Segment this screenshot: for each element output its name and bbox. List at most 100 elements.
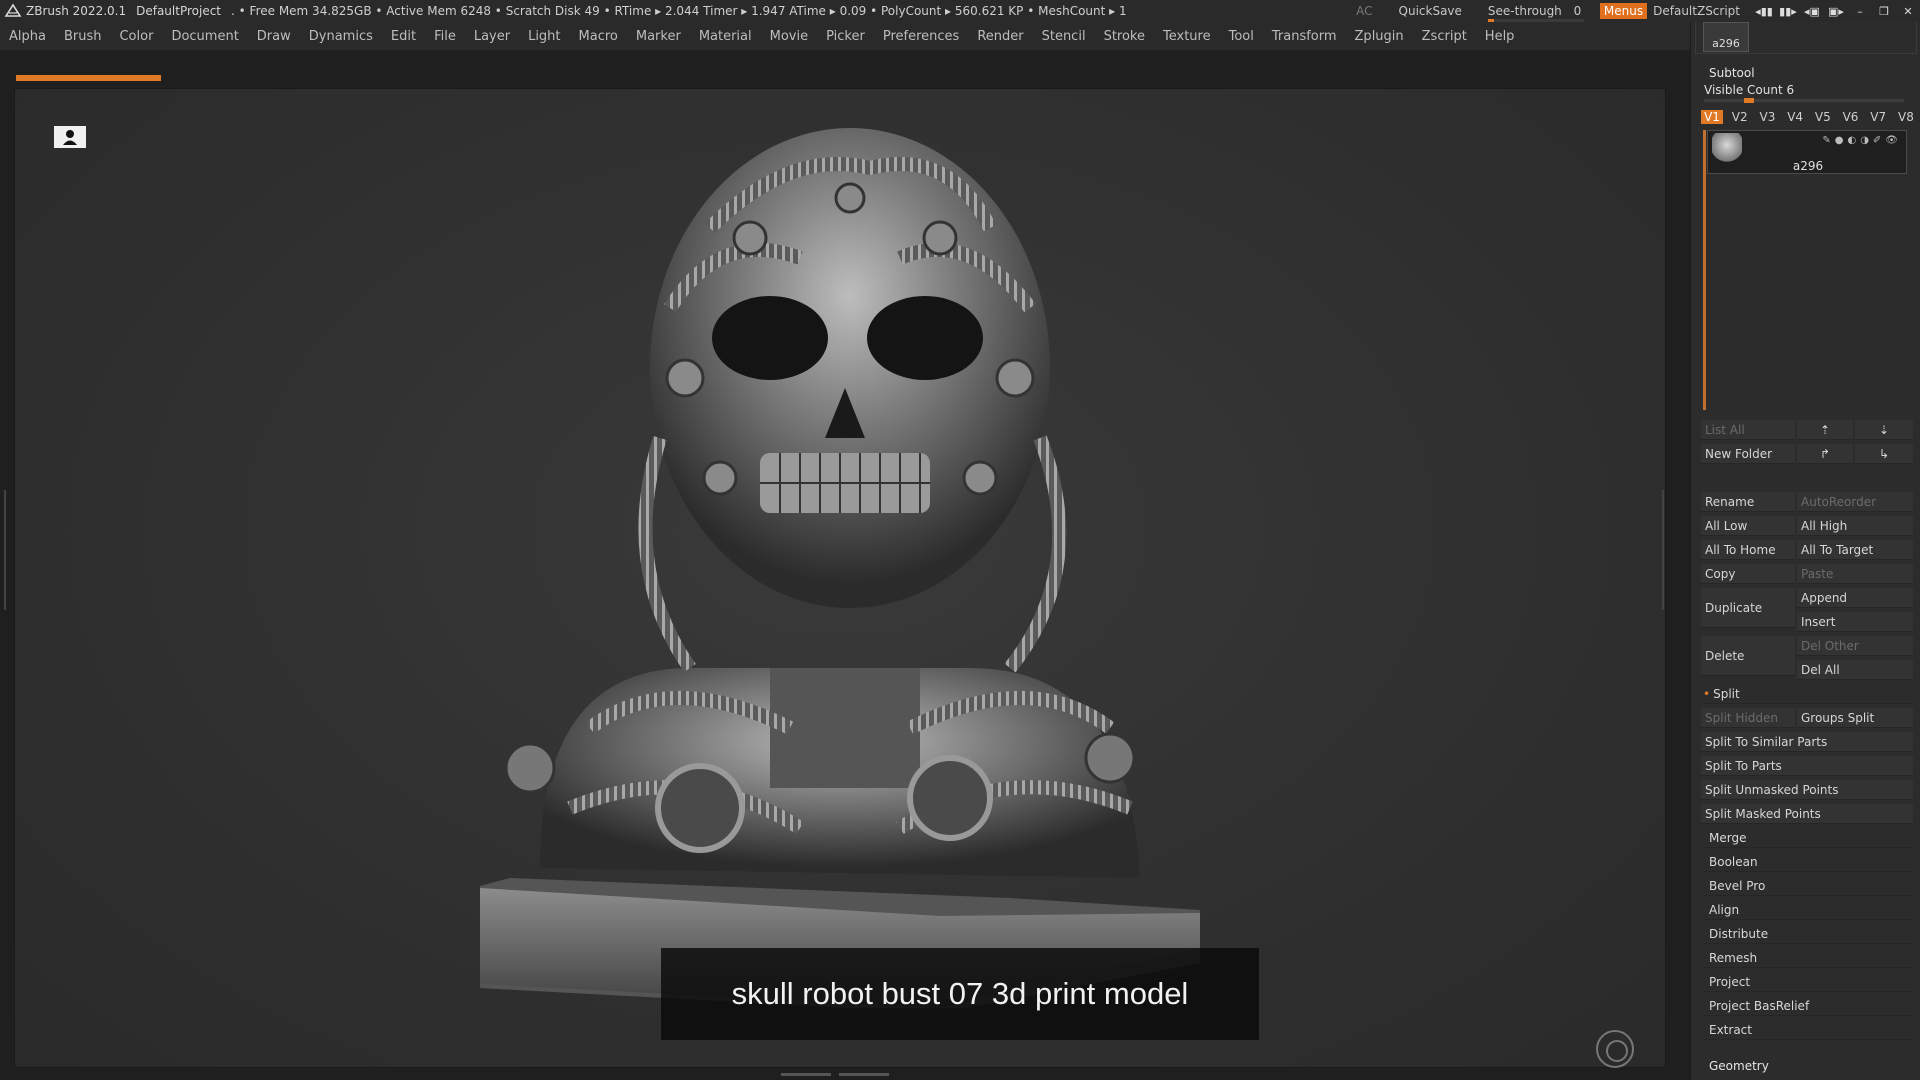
rename-button[interactable]: Rename xyxy=(1701,492,1795,512)
bottom-tray-handle[interactable] xyxy=(770,1070,900,1078)
menu-stroke[interactable]: Stroke xyxy=(1095,29,1154,44)
ac-indicator[interactable]: AC xyxy=(1356,4,1372,18)
menu-macro[interactable]: Macro xyxy=(570,29,627,44)
folder-down-icon[interactable]: ↳ xyxy=(1855,444,1913,464)
version-v7[interactable]: V7 xyxy=(1867,110,1889,124)
move-down-icon[interactable]: ⇣ xyxy=(1855,420,1913,440)
all-to-home-button[interactable]: All To Home xyxy=(1701,540,1795,560)
menus-toggle[interactable]: Menus xyxy=(1599,3,1648,19)
menu-tool[interactable]: Tool xyxy=(1220,29,1263,44)
see-through-slider[interactable]: See-through 0 xyxy=(1487,4,1588,22)
project-name[interactable]: DefaultProject xyxy=(136,4,221,18)
version-v4[interactable]: V4 xyxy=(1784,110,1806,124)
menu-brush[interactable]: Brush xyxy=(55,29,111,44)
menu-color[interactable]: Color xyxy=(110,29,162,44)
all-high-button[interactable]: All High xyxy=(1797,516,1913,536)
close-icon[interactable]: ✕ xyxy=(1896,5,1920,18)
all-to-target-button[interactable]: All To Target xyxy=(1797,540,1913,560)
visible-count-knob[interactable] xyxy=(1744,98,1754,103)
layout-right-icon[interactable]: ▮▮▸ xyxy=(1776,5,1800,18)
section-boolean[interactable]: Boolean xyxy=(1701,852,1913,872)
delete-button[interactable]: Delete xyxy=(1701,636,1795,676)
menu-document[interactable]: Document xyxy=(162,29,247,44)
layout-toggle-icon[interactable]: ◂▣ xyxy=(1800,5,1824,18)
split-masked-button[interactable]: Split Masked Points xyxy=(1701,804,1913,824)
geometry-section-title[interactable]: Geometry xyxy=(1709,1059,1769,1073)
move-up-icon[interactable]: ⇡ xyxy=(1797,420,1853,440)
copy-button[interactable]: Copy xyxy=(1701,564,1795,584)
rotate-view-icon[interactable] xyxy=(1596,1030,1634,1068)
menu-render[interactable]: Render xyxy=(968,29,1032,44)
split-hidden-button[interactable]: Split Hidden xyxy=(1701,708,1795,728)
tool-thumbnail[interactable]: a296 xyxy=(1703,22,1749,52)
all-low-button[interactable]: All Low xyxy=(1701,516,1795,536)
list-all-button[interactable]: List All xyxy=(1701,420,1795,440)
menu-marker[interactable]: Marker xyxy=(627,29,690,44)
folder-up-icon[interactable]: ↱ xyxy=(1797,444,1853,464)
del-other-button[interactable]: Del Other xyxy=(1797,636,1913,656)
menu-zplugin[interactable]: Zplugin xyxy=(1346,29,1413,44)
user-silhouette-icon[interactable] xyxy=(54,126,86,148)
right-tray-handle[interactable] xyxy=(1658,490,1664,610)
section-project-basrelief[interactable]: Project BasRelief xyxy=(1701,996,1913,1016)
section-remesh[interactable]: Remesh xyxy=(1701,948,1913,968)
version-v8[interactable]: V8 xyxy=(1895,110,1917,124)
see-through-value: 0 xyxy=(1573,4,1582,18)
quicksave-button[interactable]: QuickSave xyxy=(1399,4,1462,18)
restore-icon[interactable]: ❐ xyxy=(1872,5,1896,18)
menu-help[interactable]: Help xyxy=(1476,29,1524,44)
menu-layer[interactable]: Layer xyxy=(465,29,519,44)
menu-movie[interactable]: Movie xyxy=(761,29,817,44)
new-folder-button[interactable]: New Folder xyxy=(1701,444,1795,464)
menu-edit[interactable]: Edit xyxy=(382,29,425,44)
menu-stencil[interactable]: Stencil xyxy=(1033,29,1095,44)
insert-button[interactable]: Insert xyxy=(1797,612,1913,632)
del-all-button[interactable]: Del All xyxy=(1797,660,1913,680)
layout-left-icon[interactable]: ◂▮▮ xyxy=(1752,5,1776,18)
version-v3[interactable]: V3 xyxy=(1756,110,1778,124)
section-project[interactable]: Project xyxy=(1701,972,1913,992)
default-zscript[interactable]: DefaultZScript xyxy=(1653,4,1740,18)
split-unmasked-button[interactable]: Split Unmasked Points xyxy=(1701,780,1913,800)
menu-picker[interactable]: Picker xyxy=(817,29,874,44)
neck xyxy=(770,668,920,788)
version-v5[interactable]: V5 xyxy=(1812,110,1834,124)
skull-robot-model[interactable] xyxy=(470,108,1230,1008)
duplicate-button[interactable]: Duplicate xyxy=(1701,588,1795,628)
layout-swap-icon[interactable]: ▣▸ xyxy=(1824,5,1848,18)
section-merge[interactable]: Merge xyxy=(1701,828,1913,848)
section-align[interactable]: Align xyxy=(1701,900,1913,920)
person-icon xyxy=(63,130,77,145)
paste-button[interactable]: Paste xyxy=(1797,564,1913,584)
left-tray-handle[interactable] xyxy=(4,490,10,610)
menu-transform[interactable]: Transform xyxy=(1263,29,1346,44)
version-v1[interactable]: V1 xyxy=(1701,110,1723,124)
subtool-section-title[interactable]: Subtool xyxy=(1709,66,1755,80)
split-to-parts-button[interactable]: Split To Parts xyxy=(1701,756,1913,776)
right-chest-dial xyxy=(907,755,993,841)
section-extract[interactable]: Extract xyxy=(1701,1020,1913,1040)
visible-count-slider[interactable] xyxy=(1704,98,1904,103)
menu-dynamics[interactable]: Dynamics xyxy=(300,29,382,44)
version-v2[interactable]: V2 xyxy=(1729,110,1751,124)
version-v6[interactable]: V6 xyxy=(1840,110,1862,124)
menu-file[interactable]: File xyxy=(425,29,465,44)
groups-split-button[interactable]: Groups Split xyxy=(1797,708,1913,728)
minimize-icon[interactable]: – xyxy=(1848,5,1872,18)
section-bevel-pro[interactable]: Bevel Pro xyxy=(1701,876,1913,896)
menu-alpha[interactable]: Alpha xyxy=(0,29,55,44)
split-section[interactable]: Split xyxy=(1701,684,1913,704)
split-similar-parts-button[interactable]: Split To Similar Parts xyxy=(1701,732,1913,752)
autoreorder-button[interactable]: AutoReorder xyxy=(1797,492,1913,512)
subtool-item-controls[interactable]: ✎●◐◑✐👁 xyxy=(1822,135,1902,146)
menu-zscript[interactable]: Zscript xyxy=(1413,29,1476,44)
menu-texture[interactable]: Texture xyxy=(1154,29,1220,44)
menu-preferences[interactable]: Preferences xyxy=(874,29,968,44)
subtool-item[interactable]: ✎●◐◑✐👁 a296 xyxy=(1707,130,1907,174)
menu-draw[interactable]: Draw xyxy=(248,29,300,44)
visible-count-label[interactable]: Visible Count 6 xyxy=(1704,83,1794,97)
menu-light[interactable]: Light xyxy=(519,29,569,44)
menu-material[interactable]: Material xyxy=(690,29,761,44)
append-button[interactable]: Append xyxy=(1797,588,1913,608)
section-distribute[interactable]: Distribute xyxy=(1701,924,1913,944)
